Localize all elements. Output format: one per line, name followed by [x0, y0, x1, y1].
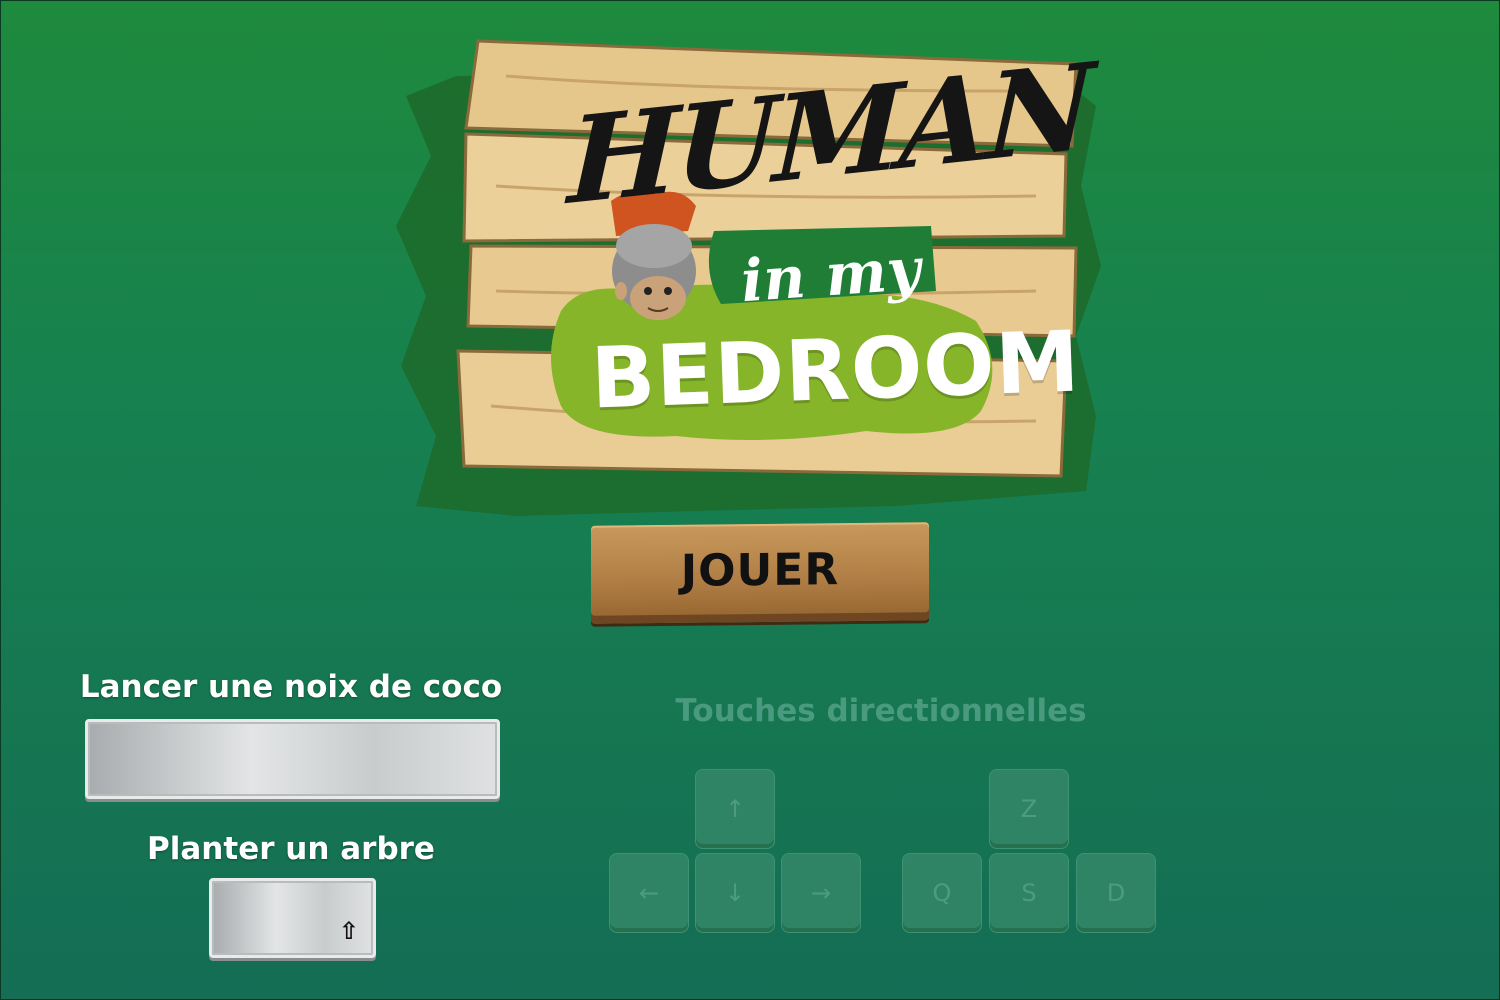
q-key-label: Q	[932, 879, 952, 907]
arrow-left-icon: ←	[638, 879, 660, 907]
z-key-label: Z	[1020, 795, 1038, 823]
play-button[interactable]: JOUER	[591, 522, 929, 624]
plant-tree-label: Planter un arbre	[147, 831, 435, 867]
arrow-down-key[interactable]: ↓	[695, 853, 775, 933]
game-logo: HUMAN in my BEDROOM	[396, 36, 1106, 526]
directional-keys-title: Touches directionnelles	[675, 693, 1087, 729]
s-key[interactable]: S	[989, 853, 1069, 933]
shift-key[interactable]: ⇧	[209, 878, 376, 958]
s-key-label: S	[1021, 879, 1037, 907]
space-key[interactable]	[85, 719, 500, 799]
q-key[interactable]: Q	[902, 853, 982, 933]
arrow-down-icon: ↓	[724, 879, 746, 907]
d-key-label: D	[1106, 879, 1126, 907]
shift-arrow-icon: ⇧	[338, 917, 359, 945]
play-button-label: JOUER	[680, 543, 840, 597]
arrow-left-key[interactable]: ←	[609, 853, 689, 933]
arrow-up-key[interactable]: ↑	[695, 769, 775, 849]
d-key[interactable]: D	[1076, 853, 1156, 933]
logo-title-in-my: in my	[738, 234, 923, 316]
logo-title-bedroom: BEDROOM	[589, 312, 1082, 428]
arrow-right-icon: →	[810, 879, 832, 907]
arrow-up-icon: ↑	[724, 795, 746, 823]
throw-coconut-label: Lancer une noix de coco	[79, 669, 503, 705]
arrow-right-key[interactable]: →	[781, 853, 861, 933]
z-key[interactable]: Z	[989, 769, 1069, 849]
